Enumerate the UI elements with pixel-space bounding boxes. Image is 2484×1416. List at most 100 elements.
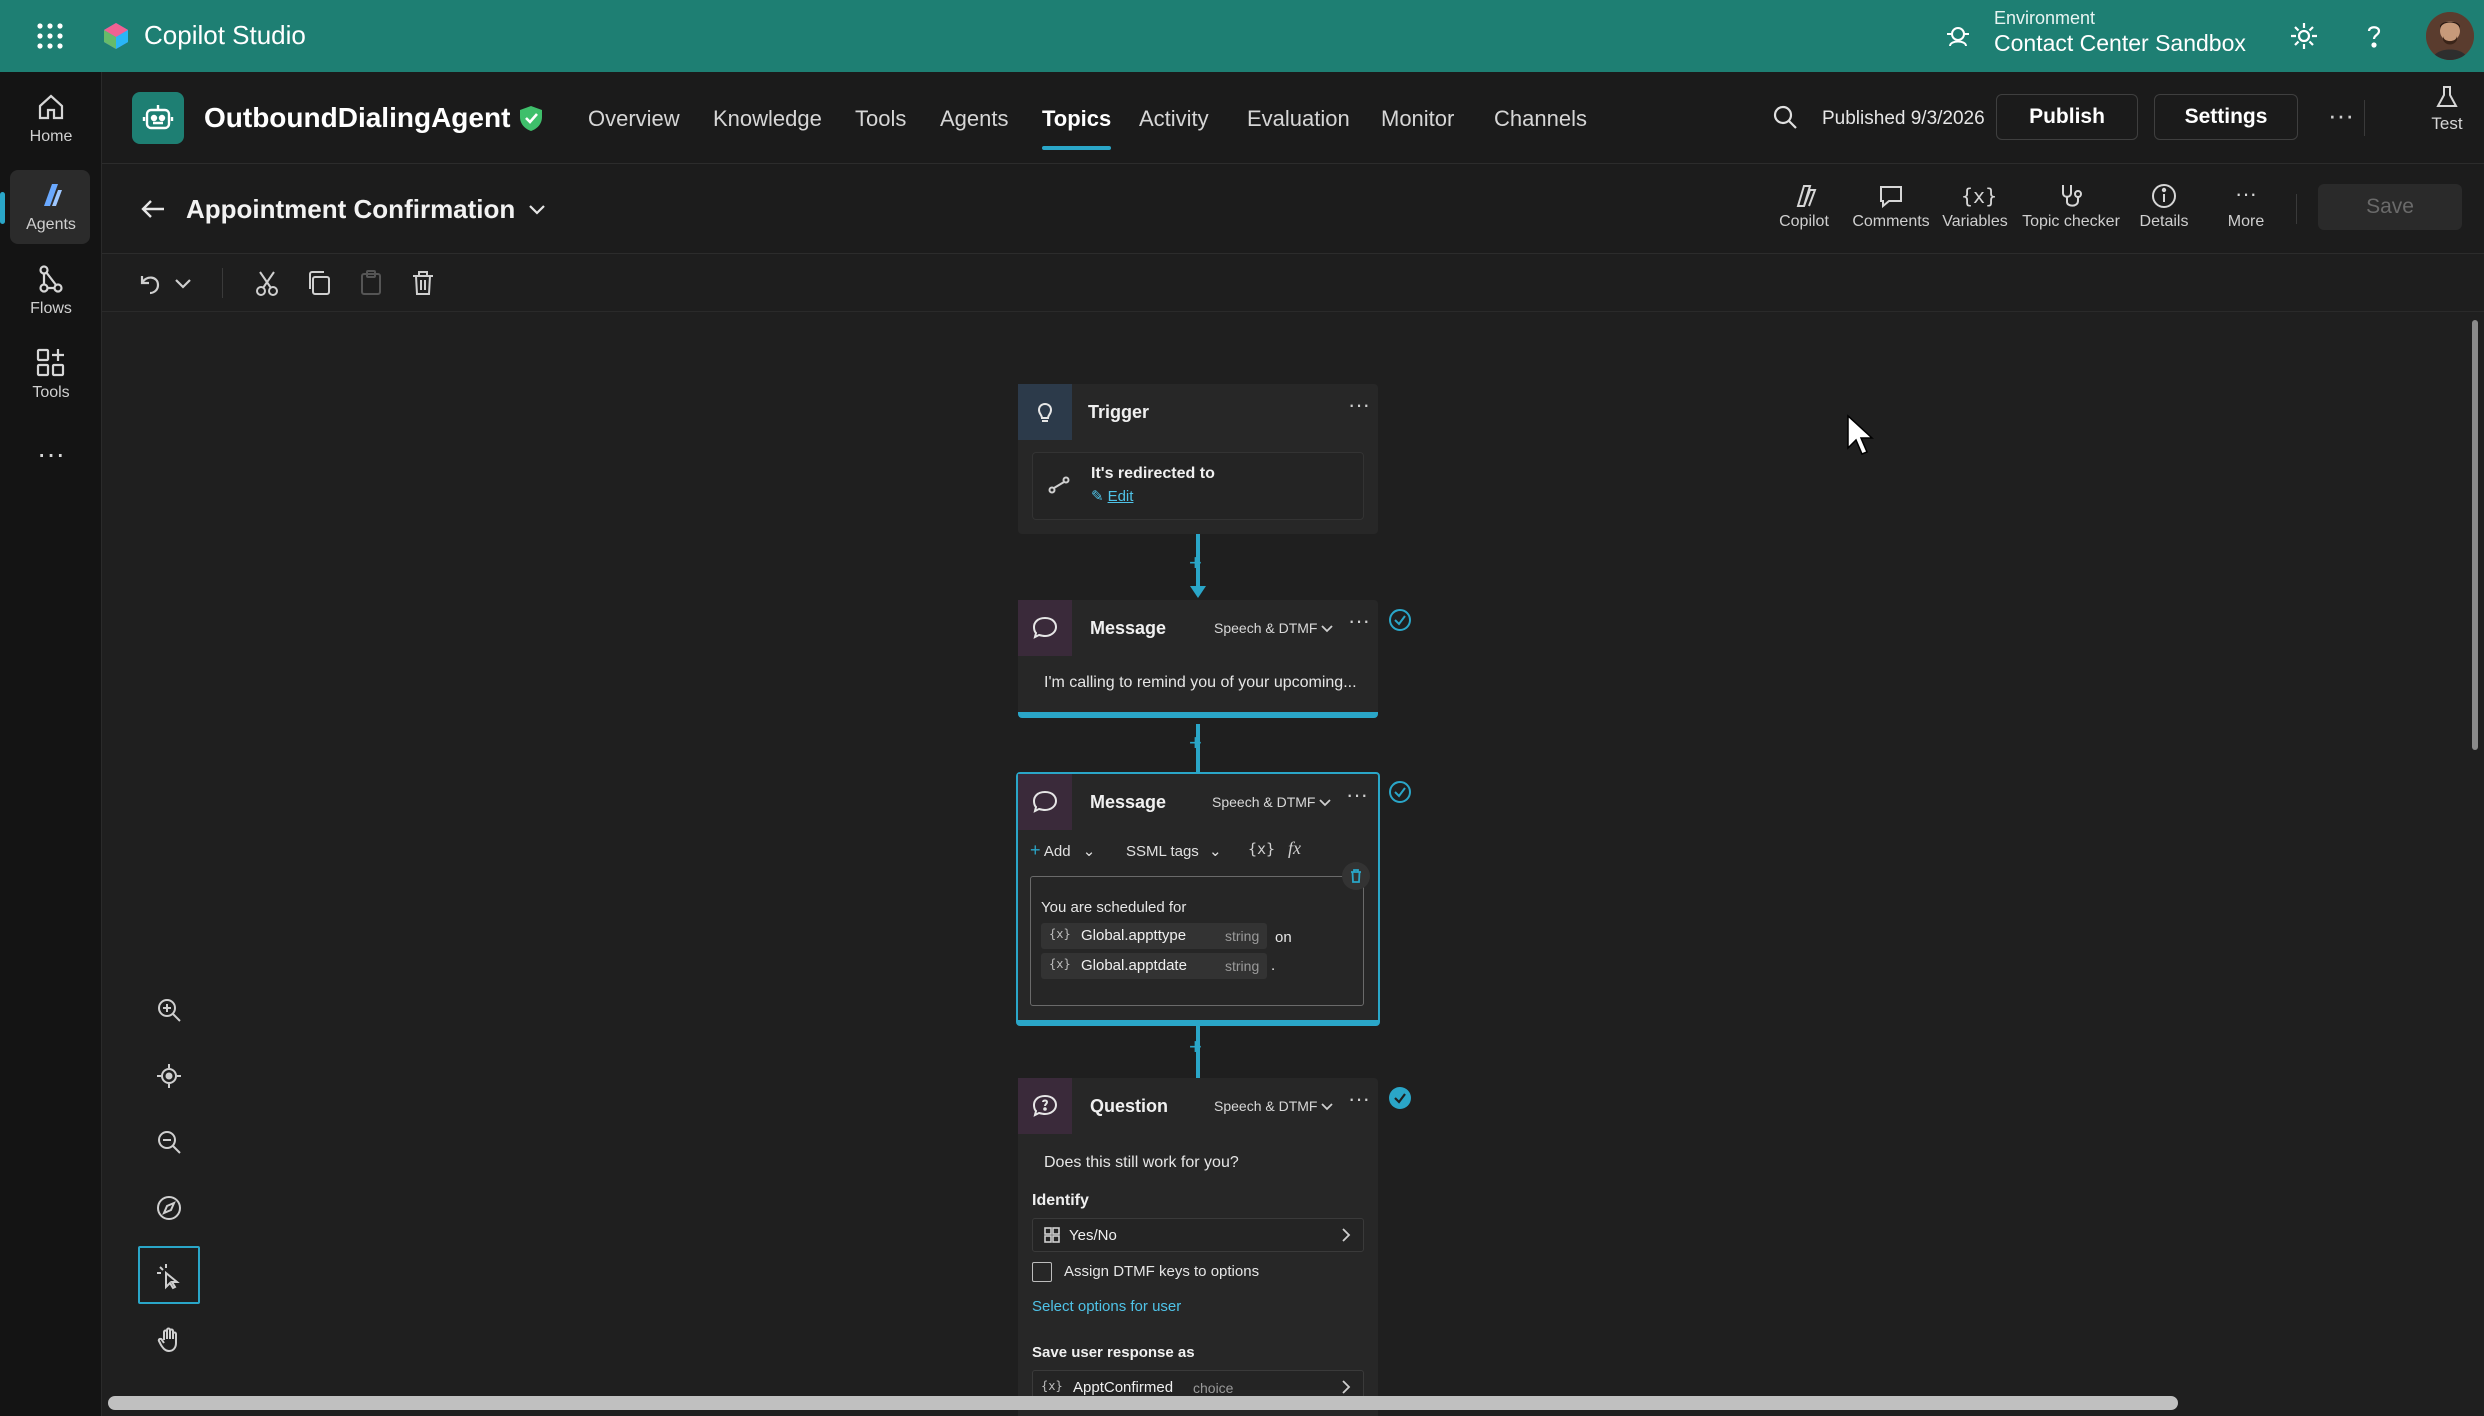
copilot-tool-button[interactable]: Copilot — [1778, 182, 1830, 231]
agent-name: OutboundDialingAgent — [204, 102, 511, 133]
add-dropdown[interactable]: + Add ⌄ — [1030, 840, 1095, 861]
save-response-label: Save user response as — [1032, 1344, 1195, 1361]
topic-checker-tool-button[interactable]: Topic checker — [2014, 182, 2128, 231]
question-prompt: Does this still work for you? — [1044, 1154, 1239, 1171]
test-button[interactable]: Test — [2412, 84, 2482, 134]
details-label: Details — [2139, 213, 2189, 230]
message-node-1[interactable]: Message Speech & DTMF ··· I'm calling to… — [1018, 600, 1378, 718]
question-node[interactable]: Question Speech & DTMF ··· Does this sti… — [1018, 1078, 1378, 1416]
home-icon — [34, 90, 68, 124]
variable-chip-appttype[interactable]: {x} Global.appttype string — [1041, 923, 1267, 949]
tab-knowledge[interactable]: Knowledge — [713, 106, 822, 132]
add-node-plus-icon[interactable]: + — [1189, 1034, 1202, 1060]
mode-selector[interactable]: Speech & DTMF — [1214, 620, 1317, 636]
variable-chip-apptdate[interactable]: {x} Global.apptdate string — [1041, 953, 1267, 979]
undo-icon[interactable] — [134, 268, 164, 298]
rail-label-tools: Tools — [32, 384, 70, 401]
pencil-icon: ✎ — [1091, 488, 1104, 505]
tab-agents[interactable]: Agents — [940, 106, 1009, 132]
variable-icon: {x} — [1041, 1379, 1063, 1393]
undo-dropdown-chevron-icon[interactable] — [172, 268, 194, 298]
chevron-down-icon[interactable] — [1320, 622, 1334, 636]
select-options-link[interactable]: Select options for user — [1032, 1298, 1181, 1315]
rail-more-button[interactable]: ··· — [0, 440, 102, 468]
ssml-tags-dropdown[interactable]: SSML tags ⌄ — [1126, 842, 1222, 860]
delete-variation-icon[interactable] — [1342, 862, 1370, 890]
status-check-icon — [1388, 780, 1412, 804]
comments-tool-button[interactable]: Comments — [1848, 182, 1934, 231]
rail-item-tools[interactable]: Tools — [0, 346, 102, 402]
rail-item-flows[interactable]: Flows — [0, 262, 102, 318]
publish-button[interactable]: Publish — [1996, 94, 2138, 140]
chevron-right-icon — [1339, 1379, 1353, 1395]
chevron-down-icon[interactable] — [1318, 796, 1332, 810]
trigger-node[interactable]: Trigger ··· It's redirected to ✎ Edit — [1018, 384, 1378, 534]
variables-tool-button[interactable]: {x} Variables — [1942, 182, 2008, 231]
environment-label: Environment — [1994, 8, 2096, 28]
flows-icon — [34, 262, 68, 296]
identify-selector[interactable]: Yes/No — [1032, 1218, 1364, 1252]
delete-icon[interactable] — [408, 268, 438, 298]
node-more-icon[interactable]: ··· — [1348, 1086, 1370, 1112]
rail-item-home[interactable]: Home — [0, 90, 102, 146]
node-more-icon[interactable]: ··· — [1348, 392, 1370, 418]
save-button[interactable]: Save — [2318, 184, 2462, 230]
trigger-condition-card[interactable]: It's redirected to ✎ Edit — [1032, 452, 1364, 520]
paste-icon — [356, 268, 386, 298]
recenter-icon — [157, 1064, 181, 1088]
zoom-in-button[interactable] — [138, 982, 200, 1040]
select-mode-button[interactable] — [138, 1246, 200, 1304]
node-more-icon[interactable]: ··· — [1348, 608, 1370, 634]
tab-tools[interactable]: Tools — [855, 106, 906, 132]
cut-icon[interactable] — [252, 268, 282, 298]
authoring-canvas[interactable]: Trigger ··· It's redirected to ✎Edit + — [102, 312, 2484, 1416]
back-arrow-icon[interactable] — [138, 194, 168, 224]
settings-button[interactable]: Settings — [2154, 94, 2298, 140]
settings-gear-icon[interactable] — [2288, 20, 2320, 52]
chevron-down-icon[interactable] — [526, 198, 548, 220]
chevron-down-icon[interactable] — [1320, 1100, 1334, 1114]
more-options-icon[interactable]: ··· — [2328, 100, 2354, 131]
add-node-plus-icon[interactable]: + — [1189, 550, 1202, 576]
more-tool-button[interactable]: ··· More — [2216, 182, 2276, 231]
variable-icon: {x} — [1049, 927, 1071, 941]
tab-topics[interactable]: Topics — [1042, 106, 1112, 150]
rail-item-agents[interactable]: Agents — [0, 170, 102, 244]
comments-label: Comments — [1852, 213, 1930, 230]
zoom-out-button[interactable] — [138, 1114, 200, 1172]
compass-icon — [157, 1196, 181, 1220]
edit-link[interactable]: ✎ Edit — [1091, 487, 1133, 505]
message-title: Message — [1090, 618, 1167, 638]
insert-variable-icon[interactable]: {x} — [1248, 840, 1275, 858]
tab-evaluation[interactable]: Evaluation — [1247, 106, 1350, 132]
minimap-button[interactable] — [138, 1180, 200, 1238]
details-tool-button[interactable]: Details — [2134, 182, 2194, 231]
formula-fx-icon[interactable]: fx — [1288, 838, 1301, 859]
tab-overview[interactable]: Overview — [588, 106, 680, 132]
agent-header: OutboundDialingAgent Overview Knowledge … — [102, 72, 2484, 164]
app-launcher-icon[interactable] — [34, 20, 66, 52]
node-more-icon[interactable]: ··· — [1346, 782, 1368, 808]
user-avatar[interactable] — [2426, 12, 2474, 60]
tab-channels[interactable]: Channels — [1494, 106, 1587, 132]
recenter-button[interactable] — [138, 1048, 200, 1106]
pan-mode-button[interactable] — [138, 1312, 200, 1370]
search-icon[interactable] — [1770, 102, 1800, 132]
environment-icon[interactable] — [1944, 22, 1972, 50]
help-icon[interactable] — [2358, 20, 2390, 52]
rail-label-home: Home — [29, 128, 73, 145]
tab-monitor[interactable]: Monitor — [1381, 106, 1454, 132]
add-node-plus-icon[interactable]: + — [1189, 730, 1202, 756]
top-app-bar: Copilot Studio Environment Contact Cente… — [0, 0, 2484, 72]
mode-selector[interactable]: Speech & DTMF — [1214, 1098, 1317, 1114]
environment-name[interactable]: Contact Center Sandbox — [1994, 30, 2246, 57]
horizontal-scrollbar[interactable] — [108, 1396, 2178, 1410]
vertical-scrollbar[interactable] — [2472, 320, 2478, 750]
dtmf-checkbox[interactable] — [1032, 1262, 1052, 1282]
chevron-down-icon: ⌄ — [1208, 843, 1222, 860]
tab-activity[interactable]: Activity — [1139, 106, 1209, 132]
message-text-editor[interactable]: You are scheduled for {x} Global.appttyp… — [1030, 876, 1364, 1006]
copy-icon[interactable] — [304, 268, 334, 298]
message-node-2[interactable]: Message Speech & DTMF ··· + Add ⌄ SSML t… — [1016, 772, 1380, 1026]
mode-selector[interactable]: Speech & DTMF — [1212, 794, 1315, 810]
